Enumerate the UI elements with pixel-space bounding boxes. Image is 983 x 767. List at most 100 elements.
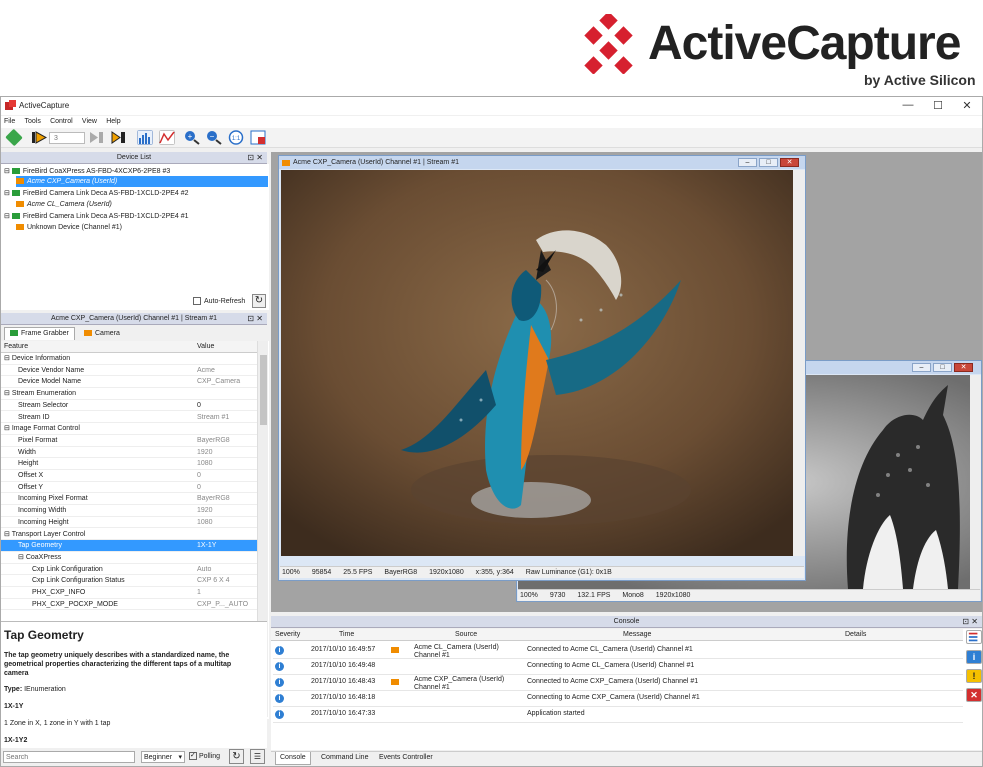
svg-text:1:1: 1:1 — [232, 136, 241, 142]
console-source: Acme CL_Camera (UserId) Channel #1 — [414, 644, 499, 659]
console-row[interactable]: i 2017/10/10 16:49:57 Acme CL_Camera (User… — [273, 643, 963, 659]
device-tree-item[interactable]: Acme CL_Camera (UserId) — [16, 199, 112, 210]
menu-view[interactable]: View — [82, 118, 97, 125]
device-tree-item[interactable]: Unknown Device (Channel #1) — [16, 222, 122, 233]
fit-window-icon[interactable] — [250, 130, 266, 145]
device-tree-item[interactable]: ⊟ FireBird Camera Link Deca AS-FBD-1XCLD… — [4, 188, 189, 199]
feature-name: Device Model Name — [18, 378, 82, 386]
svg-text:+: + — [188, 132, 193, 141]
feature-row[interactable]: PHX_CXP_POCXP_MODE CXP_P..._AUTO — [1, 599, 257, 611]
feature-row[interactable]: Device Vendor Name Acme — [1, 365, 257, 377]
vertical-scrollbar[interactable] — [793, 170, 805, 556]
app-title: ActiveCapture — [19, 101, 70, 110]
pixel-value: Raw Luminance (G1): 0x1B — [525, 569, 612, 576]
feature-row[interactable]: ⊟ Stream Enumeration — [1, 388, 257, 400]
zoom-in-icon[interactable]: + — [184, 130, 200, 145]
feature-name: ⊟ Stream Enumeration — [4, 390, 77, 398]
zoom-1to1-icon[interactable]: 1:1 — [228, 130, 244, 145]
feature-name: ⊟ CoaXPress — [18, 553, 62, 561]
polling-checkbox[interactable]: ✓ Polling — [189, 751, 220, 762]
refresh-icon[interactable]: ↻ — [252, 294, 266, 308]
feature-row[interactable]: ⊟ Device Information — [1, 353, 257, 365]
list-view-icon[interactable]: ☰ — [250, 749, 265, 764]
feature-row[interactable]: Height 1080 — [1, 458, 257, 470]
feature-row[interactable]: PHX_CXP_INFO 1 — [1, 587, 257, 599]
feature-row[interactable]: Tap Geometry 1X-1Y — [1, 540, 257, 552]
device-tree-item[interactable]: Acme CXP_Camera (UserId) — [16, 176, 268, 187]
feature-row[interactable]: Stream ID Stream #1 — [1, 412, 257, 424]
window-close-button[interactable]: ✕ — [954, 363, 973, 372]
console-row[interactable]: i 2017/10/10 16:48:43 Acme CXP_Camera (Use… — [273, 675, 963, 691]
zoom-out-icon[interactable]: − — [206, 130, 222, 145]
connect-icon[interactable] — [5, 128, 23, 147]
window-maximize-button[interactable]: □ — [933, 363, 952, 372]
console-row[interactable]: i 2017/10/10 16:48:18 Connecting to Acme C… — [273, 691, 963, 707]
menu-file[interactable]: File — [4, 118, 15, 125]
info-icon: i — [275, 678, 284, 687]
tab-frame-grabber[interactable]: Frame Grabber — [4, 327, 75, 340]
tab-camera[interactable]: Camera — [79, 328, 125, 340]
feature-row[interactable]: Offset X 0 — [1, 470, 257, 482]
feature-name: Cxp Link Configuration — [32, 565, 103, 573]
feature-row[interactable]: Cxp Link Configuration Auto — [1, 564, 257, 576]
console-tabs: Console Command Line Events Controller — [271, 751, 982, 765]
feature-row[interactable]: Width 1920 — [1, 447, 257, 459]
device-list-header: Device List ⊡ ✕ — [1, 152, 267, 164]
feature-row[interactable]: Device Model Name CXP_Camera — [1, 376, 257, 389]
tab-console[interactable]: Console — [275, 752, 311, 765]
warning-filter-icon[interactable]: ! — [966, 669, 982, 683]
description-option-desc: 1 Zone in X, 1 zone in Y with 1 tap — [4, 720, 111, 727]
panel-float-close-icon[interactable]: ⊡ ✕ — [247, 313, 263, 324]
console-row[interactable]: i 2017/10/10 16:49:48 Connecting to Acme C… — [273, 659, 963, 675]
device-tree-item[interactable]: ⊟ FireBird Camera Link Deca AS-FBD-1XCLD… — [4, 211, 189, 222]
info-filter-icon[interactable]: i — [966, 650, 982, 664]
feature-row[interactable]: Offset Y 0 — [1, 482, 257, 494]
level-select[interactable]: Beginner ▾ — [141, 751, 185, 763]
auto-refresh-checkbox[interactable]: Auto-Refresh — [193, 296, 245, 307]
feature-row[interactable]: Incoming Height 1080 — [1, 517, 257, 529]
window-close-button[interactable]: ✕ — [780, 158, 799, 167]
menu-help[interactable]: Help — [106, 118, 120, 125]
histogram-icon[interactable] — [137, 130, 153, 145]
close-button[interactable]: ✕ — [960, 99, 974, 112]
color-window-title-bar: Acme CXP_Camera (UserId) Channel #1 | St… — [279, 156, 805, 169]
feature-row[interactable]: Stream Selector 0 — [1, 400, 257, 412]
tab-command-line[interactable]: Command Line — [317, 752, 372, 765]
search-input[interactable] — [3, 751, 135, 763]
window-minimize-button[interactable]: – — [912, 363, 931, 372]
frame-count-spinner[interactable]: 3 — [49, 132, 85, 144]
feature-row[interactable]: Cxp Link Configuration Status CXP 6 X 4 — [1, 575, 257, 587]
window-minimize-button[interactable]: – — [738, 158, 757, 167]
refresh-icon[interactable]: ↻ — [229, 749, 244, 764]
feature-row[interactable]: Incoming Width 1920 — [1, 505, 257, 517]
feature-row[interactable]: ⊟ Transport Layer Control — [1, 529, 257, 541]
framegrabber-icon — [11, 168, 20, 175]
vertical-scrollbar[interactable] — [970, 375, 981, 589]
description-panel: Tap Geometry The tap geometry uniquely d… — [1, 621, 267, 749]
minimize-button[interactable]: — — [901, 99, 915, 111]
feature-name: ⊟ Transport Layer Control — [4, 530, 86, 538]
console-row[interactable]: i 2017/10/10 16:47:33 Application started — [273, 707, 963, 723]
feature-row[interactable]: ⊟ Image Format Control — [1, 423, 257, 435]
panel-float-close-icon[interactable]: ⊡ ✕ — [962, 616, 978, 627]
profile-icon[interactable] — [159, 130, 175, 145]
error-filter-icon[interactable]: ✕ — [966, 688, 982, 702]
clear-console-icon[interactable] — [966, 630, 982, 644]
play-icon[interactable] — [31, 130, 47, 145]
features-header: Acme CXP_Camera (UserId) Channel #1 | St… — [1, 313, 267, 325]
panel-float-close-icon[interactable]: ⊡ ✕ — [247, 152, 263, 163]
tab-events-controller[interactable]: Events Controller — [375, 752, 437, 765]
svg-text:−: − — [210, 132, 215, 141]
console-message: Application started — [527, 710, 585, 717]
menu-tools[interactable]: Tools — [25, 118, 41, 125]
feature-row[interactable]: Pixel Format BayerRG8 — [1, 435, 257, 447]
console-time: 2017/10/10 16:48:18 — [311, 694, 376, 701]
maximize-button[interactable]: ☐ — [931, 99, 945, 112]
feature-row[interactable]: ⊟ CoaXPress — [1, 552, 257, 564]
step-icon[interactable] — [89, 130, 105, 145]
feature-row[interactable]: Incoming Pixel Format BayerRG8 — [1, 493, 257, 506]
snap-icon[interactable] — [111, 130, 127, 145]
title-bar: ActiveCapture — ☐ ✕ — [1, 97, 982, 115]
menu-control[interactable]: Control — [50, 118, 73, 125]
window-maximize-button[interactable]: □ — [759, 158, 778, 167]
